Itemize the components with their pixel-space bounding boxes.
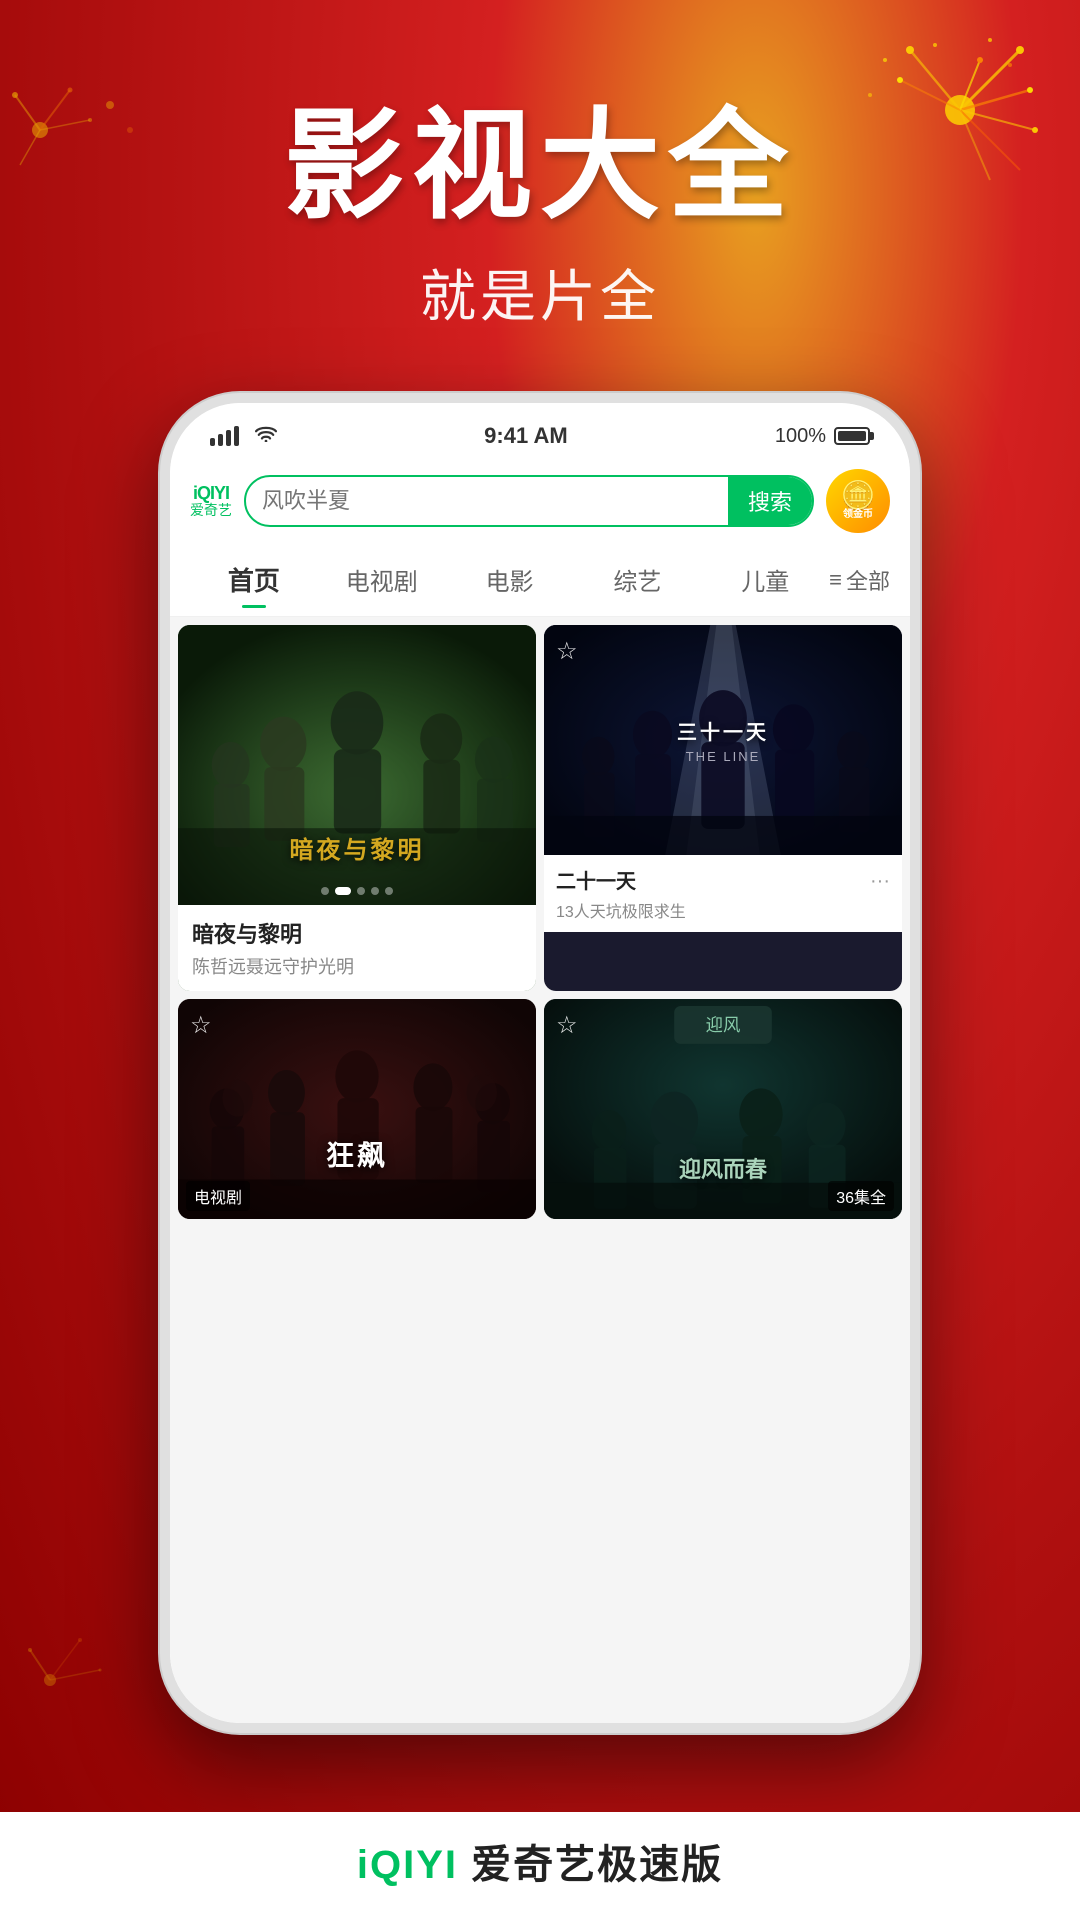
hamburger-icon: ≡ [829,567,842,593]
tab-tv[interactable]: 电视剧 [318,554,446,605]
featured-title: 暗夜与黎明 [192,917,522,949]
brand-text: iQIYI 爱奇艺极速版 [0,1832,1080,1890]
status-right: 100% [775,425,870,448]
more-options-icon[interactable]: ··· [870,870,890,893]
card4-overlay: 迎风而春 [544,1152,902,1184]
content-grid: 暗夜与黎明 [170,617,910,1227]
card4-poster: 迎风 [544,999,902,1219]
logo-top-text: iQIYI [193,484,229,502]
card3-poster: 狂飙 ☆ 电视剧 [178,999,536,1219]
tab-variety[interactable]: 综艺 [573,554,701,605]
wifi-icon [255,424,277,448]
featured-poster: 暗夜与黎明 [178,625,536,905]
tab-movie[interactable]: 电影 [446,554,574,605]
phone-frame: 9:41 AM 100% iQIYI 爱奇艺 [160,393,920,1733]
dot-4 [371,887,379,895]
main-content: 影视大全 就是片全 [0,0,1080,1920]
signal-bar-4 [234,426,239,446]
card2-title: 二十一天 [556,865,636,894]
card3-title-overlay: 狂飙 [178,1134,536,1174]
battery-percentage: 100% [775,425,826,448]
featured-card[interactable]: 暗夜与黎明 [178,625,536,991]
signal-bar-3 [226,430,231,446]
gold-coin-icon: 🪙 [841,482,876,510]
card2-info: 二十一天 ··· 13人天坑极限求生 [544,855,902,932]
battery-fill [838,431,866,441]
featured-poster-title: 暗夜与黎明 [178,830,536,865]
tab-kids[interactable]: 儿童 [701,554,829,605]
card3-type-badge: 电视剧 [186,1181,250,1211]
card2-star-icon[interactable]: ☆ [556,637,578,666]
signal-bars [210,426,239,446]
content-area[interactable]: 暗夜与黎明 [170,617,910,1723]
tab-home[interactable]: 首页 [190,553,318,606]
bottom-brand-bar: iQIYI 爱奇艺极速版 [0,1812,1080,1920]
logo-bottom-text: 爱奇艺 [190,502,232,519]
hero-subtitle: 就是片全 [284,252,796,333]
card2-desc: 13人天坑极限求生 [556,898,890,922]
signal-bar-1 [210,438,215,446]
signal-bar-2 [218,434,223,446]
nav-tabs: 首页 电视剧 电影 综艺 儿童 ≡ [170,543,910,617]
hero-section: 影视大全 就是片全 [284,100,796,333]
phone-screen: 9:41 AM 100% iQIYI 爱奇艺 [170,403,910,1723]
card4-episodes-badge: 36集全 [828,1181,894,1211]
card4-subtitle: 迎风而春 [544,1152,902,1184]
dot-3 [357,887,365,895]
dot-5 [385,887,393,895]
status-left [210,424,277,448]
logo-container[interactable]: iQIYI 爱奇艺 [190,484,232,519]
hero-title: 影视大全 [284,100,796,232]
card4-star-icon[interactable]: ☆ [556,1011,578,1040]
gold-coin-button[interactable]: 🪙 领金币 [826,469,890,533]
nav-all-button[interactable]: ≡ 全部 [829,564,890,596]
brand-iqiyi-text: iQIYI [357,1843,458,1887]
card3-star-icon[interactable]: ☆ [190,1011,212,1040]
search-button[interactable]: 搜索 [728,477,812,525]
status-bar: 9:41 AM 100% [170,403,910,459]
battery-icon [834,427,870,445]
status-time: 9:41 AM [484,423,568,449]
all-label: 全部 [846,564,890,596]
featured-card-info: 暗夜与黎明 陈哲远聂远守护光明 [178,905,536,991]
featured-desc: 陈哲远聂远守护光明 [192,953,522,979]
brand-rest-text: 爱奇艺极速版 [471,1843,723,1887]
card3[interactable]: 狂飙 ☆ 电视剧 [178,999,536,1219]
iqiyi-logo[interactable]: iQIYI 爱奇艺 [190,484,232,519]
phone-mockup: 9:41 AM 100% iQIYI 爱奇艺 [160,393,920,1733]
card2-poster: 三十一天 THE LINE [544,625,902,855]
card4[interactable]: 迎风 [544,999,902,1219]
dot-1 [321,887,329,895]
gold-coin-text: 领金币 [843,510,873,520]
search-input[interactable] [246,488,728,514]
search-bar[interactable]: 搜索 [244,475,814,527]
carousel-dots [321,887,393,895]
app-header: iQIYI 爱奇艺 搜索 🪙 领金币 [170,459,910,543]
svg-text:迎风: 迎风 [706,1016,741,1035]
card2[interactable]: 三十一天 THE LINE ☆ 二十一天 ··· [544,625,902,991]
dot-2 [335,887,351,895]
